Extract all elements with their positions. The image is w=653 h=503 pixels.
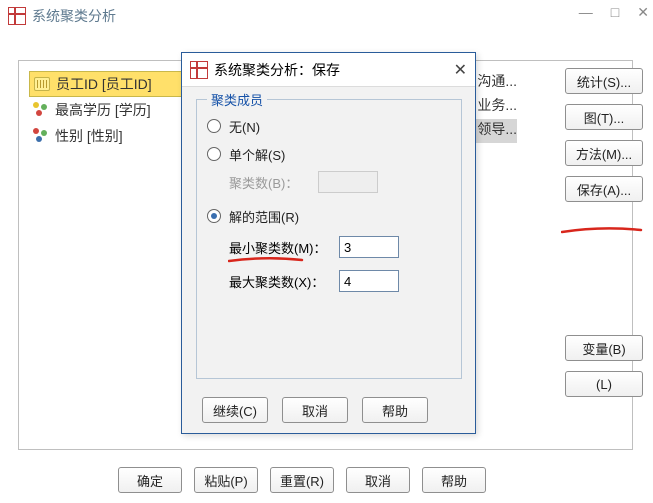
window-controls: — □ ✕ xyxy=(579,4,649,21)
ok-button[interactable]: 确定 xyxy=(118,467,182,493)
max-clusters-row: 最大聚类数(X)： xyxy=(197,264,461,298)
reset-button[interactable]: 重置(R) xyxy=(270,467,334,493)
plots-button[interactable]: 图(T)... xyxy=(565,104,643,130)
l-button[interactable]: (L) xyxy=(565,371,643,397)
cancel-button[interactable]: 取消 xyxy=(346,467,410,493)
continue-button[interactable]: 继续(C) xyxy=(202,397,268,423)
max-clusters-input[interactable] xyxy=(339,270,399,292)
nominal-icon xyxy=(33,128,49,144)
radio-none[interactable]: 无(N) xyxy=(197,112,461,140)
close-button[interactable]: ✕ xyxy=(637,4,649,21)
variable-b-button[interactable]: 变量(B) xyxy=(565,335,643,361)
list-item[interactable]: 最高学历 [学历] xyxy=(29,97,199,123)
variable-label: 性别 [性别] xyxy=(55,126,123,146)
cancel-button[interactable]: 取消 xyxy=(282,397,348,423)
max-clusters-label: 最大聚类数(X)： xyxy=(229,272,339,291)
nominal-icon xyxy=(33,102,49,118)
radio-range[interactable]: 解的范围(R) xyxy=(197,202,461,230)
dialog-button-row: 继续(C) 取消 帮助 xyxy=(202,397,428,423)
annotation-underline-icon xyxy=(228,256,304,264)
maximize-button[interactable]: □ xyxy=(611,4,619,21)
minimize-button[interactable]: — xyxy=(579,4,593,21)
dialog-title: 系统聚类分析：保存 xyxy=(214,60,340,80)
radio-icon xyxy=(207,147,221,161)
app-icon xyxy=(190,61,208,79)
dialog-title-bar: 系统聚类分析：保存 ✕ xyxy=(182,53,475,87)
right-button-group-2: 变量(B) (L) xyxy=(565,335,643,397)
save-dialog: 系统聚类分析：保存 ✕ 聚类成员 无(N) 单个解(S) 聚类数(B)： xyxy=(181,52,476,434)
list-item[interactable]: 员工ID [员工ID] xyxy=(29,71,199,97)
right-button-group: 统计(S)... 图(T)... 方法(M)... 保存(A)... xyxy=(565,68,643,202)
title-bar: 系统聚类分析 xyxy=(0,0,653,32)
fieldset-legend: 聚类成员 xyxy=(207,90,267,109)
help-button[interactable]: 帮助 xyxy=(422,467,486,493)
window-title: 系统聚类分析 xyxy=(32,6,116,26)
variable-label: 最高学历 [学历] xyxy=(55,100,151,120)
app-icon xyxy=(8,7,26,25)
radio-label: 无(N) xyxy=(229,117,260,136)
bottom-button-row: 确定 粘贴(P) 重置(R) 取消 帮助 xyxy=(118,467,486,493)
radio-label: 解的范围(R) xyxy=(229,207,299,226)
list-item[interactable]: 性别 [性别] xyxy=(29,123,199,149)
cluster-count-row: 聚类数(B)： xyxy=(197,168,461,196)
radio-single[interactable]: 单个解(S) xyxy=(197,140,461,168)
close-icon[interactable]: ✕ xyxy=(454,60,467,80)
cluster-count-input xyxy=(318,171,378,193)
cluster-count-label: 聚类数(B)： xyxy=(229,173,298,192)
min-clusters-input[interactable] xyxy=(339,236,399,258)
parent-window: 系统聚类分析 — □ ✕ 员工ID [员工ID] 最高学历 [学历] 性别 [性… xyxy=(0,0,653,503)
method-button[interactable]: 方法(M)... xyxy=(565,140,643,166)
radio-icon xyxy=(207,119,221,133)
radio-label: 单个解(S) xyxy=(229,145,285,164)
statistics-button[interactable]: 统计(S)... xyxy=(565,68,643,94)
variable-label: 员工ID [员工ID] xyxy=(56,74,152,94)
min-clusters-label: 最小聚类数(M)： xyxy=(229,238,339,257)
cluster-membership-fieldset: 聚类成员 无(N) 单个解(S) 聚类数(B)： 解的范围(R) xyxy=(196,99,462,379)
annotation-underline-icon xyxy=(561,226,643,236)
radio-icon xyxy=(207,209,221,223)
variable-list[interactable]: 员工ID [员工ID] 最高学历 [学历] 性别 [性别] xyxy=(29,71,199,149)
save-button[interactable]: 保存(A)... xyxy=(565,176,643,202)
scale-icon xyxy=(34,77,50,91)
help-button[interactable]: 帮助 xyxy=(362,397,428,423)
paste-button[interactable]: 粘贴(P) xyxy=(194,467,258,493)
